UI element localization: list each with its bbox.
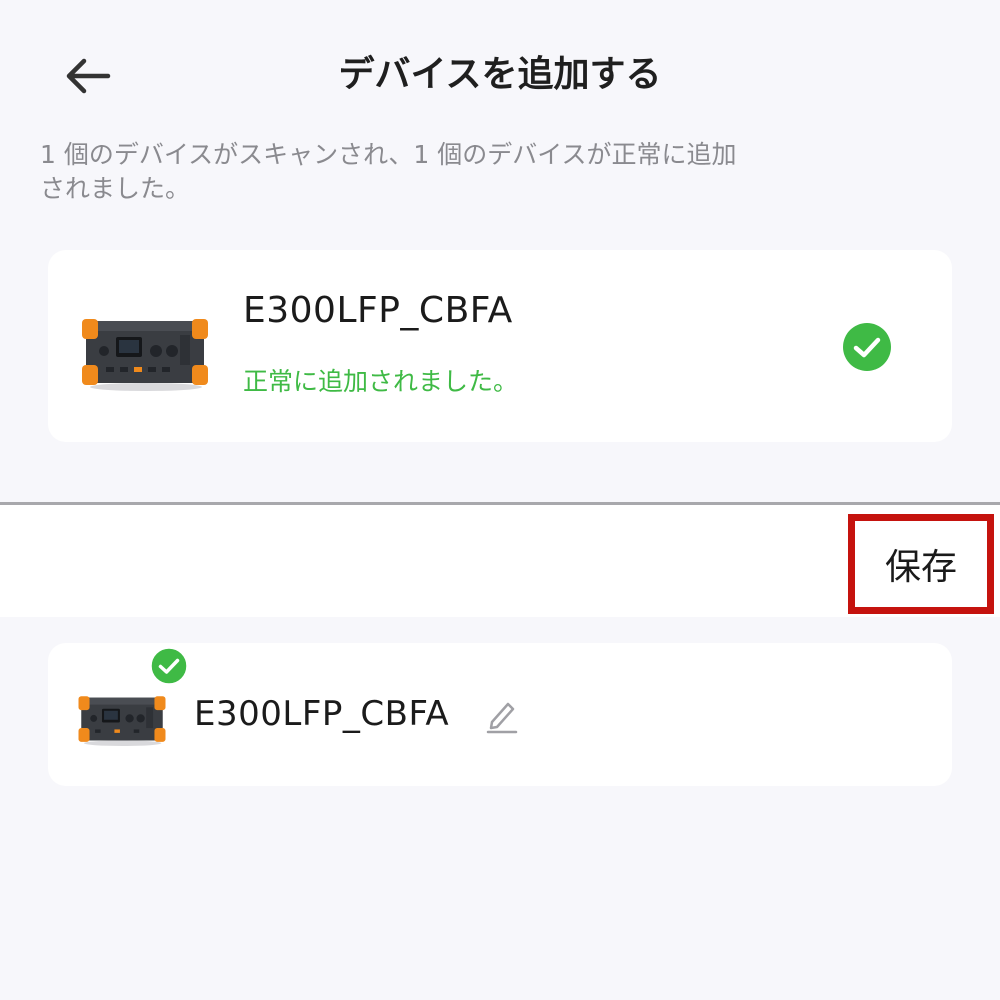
scan-summary-line-2: されました。 <box>40 174 191 203</box>
power-station-image <box>82 319 208 391</box>
scan-summary: 1 個のデバイスがスキャンされ、1 個のデバイスが正常に追加 されました。 <box>40 138 820 206</box>
add-device-screen: デバイスを追加する 1 個のデバイスがスキャンされ、1 個のデバイスが正常に追加… <box>0 0 1000 1000</box>
save-button[interactable]: 保存 <box>848 514 994 614</box>
header: デバイスを追加する <box>0 0 1000 150</box>
added-check-icon <box>150 647 188 685</box>
page-title: デバイスを追加する <box>338 54 662 95</box>
save-button-label: 保存 <box>884 547 957 588</box>
power-station-thumbnail <box>78 696 166 746</box>
scanned-device-name: E300LFP_CBFA <box>243 290 513 331</box>
scan-summary-line-1: 1 個のデバイスがスキャンされ、1 個のデバイスが正常に追加 <box>40 140 737 169</box>
check-circle-icon <box>843 323 891 371</box>
added-device-name: E300LFP_CBFA <box>194 694 450 734</box>
add-success-status: 正常に追加されました。 <box>243 367 519 396</box>
pencil-icon[interactable] <box>484 696 520 734</box>
